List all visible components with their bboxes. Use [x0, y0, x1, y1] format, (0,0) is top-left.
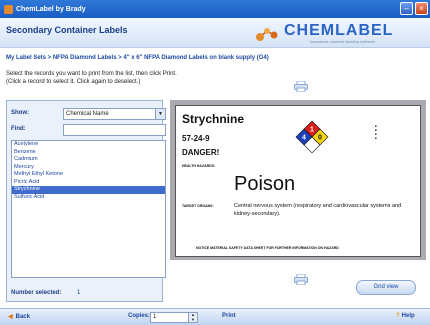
target-organs-label: TARGET ORGANS: — [182, 204, 214, 208]
label-chemical-name: Strychnine — [182, 112, 245, 126]
chemlabel-logo: CHEMLABEL hazardous material labeling so… — [254, 21, 424, 47]
spinner-arrows-icon[interactable]: ▲ ▼ — [188, 312, 197, 322]
label-preview: Strychnine 57-24-9 DANGER! HEALTH HAZARD… — [170, 100, 426, 260]
instructions: Select the records you want to print fro… — [6, 71, 177, 86]
nfpa-flammability-value: 1 — [310, 127, 314, 134]
list-item[interactable]: Acetylene — [12, 141, 165, 149]
label-description: Central nervous system (respiratory and … — [234, 203, 402, 217]
list-item[interactable]: Picric Acid — [12, 179, 165, 187]
window-title: ChemLabel by Brady — [16, 5, 86, 13]
nfpa-health-value: 4 — [302, 135, 306, 142]
logo-text: CHEMLABEL — [284, 22, 394, 39]
nfpa-diamond-icon: 1 4 0 — [295, 120, 329, 154]
printer-icon[interactable] — [294, 81, 308, 92]
print-button[interactable]: Print — [222, 313, 236, 319]
list-item[interactable]: Strychnine — [12, 186, 165, 194]
hazard-legend: ■ ■ ■ ■ — [375, 124, 377, 140]
help-button[interactable]: ? Help — [396, 313, 415, 319]
list-item[interactable]: Benzene — [12, 149, 165, 157]
label-signal-word: DANGER! — [182, 148, 220, 157]
bottom-toolbar: ◀ Back Copies: 1 ▲ ▼ Print ? Help — [0, 308, 430, 325]
number-selected-label: Number selected: — [11, 290, 62, 296]
list-item[interactable]: Methyl Ethyl Ketone — [12, 171, 165, 179]
copies-value: 1 — [153, 314, 157, 320]
label-sheet: Strychnine 57-24-9 DANGER! HEALTH HAZARD… — [175, 105, 421, 257]
title-bar: ChemLabel by Brady – × — [0, 0, 430, 18]
logo-tagline: hazardous material labeling software — [310, 39, 376, 44]
health-hazards-label: HEALTH HAZARDS: — [182, 164, 216, 168]
breadcrumb[interactable]: My Label Sets > NFPA Diamond Labels > 4"… — [6, 55, 269, 61]
label-cas-number: 57-24-9 — [182, 134, 210, 143]
copies-stepper[interactable]: 1 ▲ ▼ — [150, 312, 198, 323]
chemical-list[interactable]: Acetylene Benzene Cadmium Mercury Methyl Eth… — [11, 140, 166, 278]
close-icon[interactable]: × — [415, 2, 428, 15]
instruction-line-1: Select the records you want to print fro… — [6, 71, 177, 77]
minimize-icon[interactable]: – — [400, 2, 413, 15]
help-icon: ? — [396, 313, 400, 319]
page-title: Secondary Container Labels — [6, 25, 128, 35]
window-controls: – × — [400, 2, 428, 15]
back-arrow-icon: ◀ — [8, 314, 13, 320]
record-selection-panel: Show: Chemical Name ▼ Find: Acetylene Ben… — [6, 100, 166, 302]
list-item[interactable]: Mercury — [12, 164, 165, 172]
find-label: Find: — [11, 126, 26, 132]
molecule-icon — [256, 28, 278, 41]
header: Secondary Container Labels CHEMLABEL haz… — [0, 18, 430, 48]
copies-label: Copies: — [128, 313, 151, 319]
show-dropdown-value: Chemical Name — [66, 111, 109, 117]
back-label: Back — [15, 314, 30, 320]
chevron-down-icon[interactable]: ▼ — [155, 109, 165, 119]
nfpa-reactivity-value: 0 — [318, 135, 322, 142]
app-icon — [4, 4, 13, 14]
list-item[interactable]: Cadmium — [12, 156, 165, 164]
show-dropdown[interactable]: Chemical Name ▼ — [63, 108, 166, 120]
grid-view-button[interactable]: Grid view — [356, 280, 416, 295]
list-item[interactable]: Sulfuric Acid — [12, 194, 165, 202]
find-input[interactable] — [63, 124, 166, 136]
label-footer: NOTICE MATERIAL SAFETY DATA SHEET FOR FU… — [196, 246, 339, 250]
show-label: Show: — [11, 110, 29, 116]
label-hazard-word: Poison — [234, 173, 296, 195]
number-selected-value: 1 — [77, 290, 81, 296]
help-label: Help — [401, 313, 415, 319]
printer-icon[interactable] — [294, 274, 308, 285]
back-button[interactable]: ◀ Back — [8, 313, 30, 320]
instruction-line-2: (Click a record to select it. Click agai… — [6, 78, 141, 85]
